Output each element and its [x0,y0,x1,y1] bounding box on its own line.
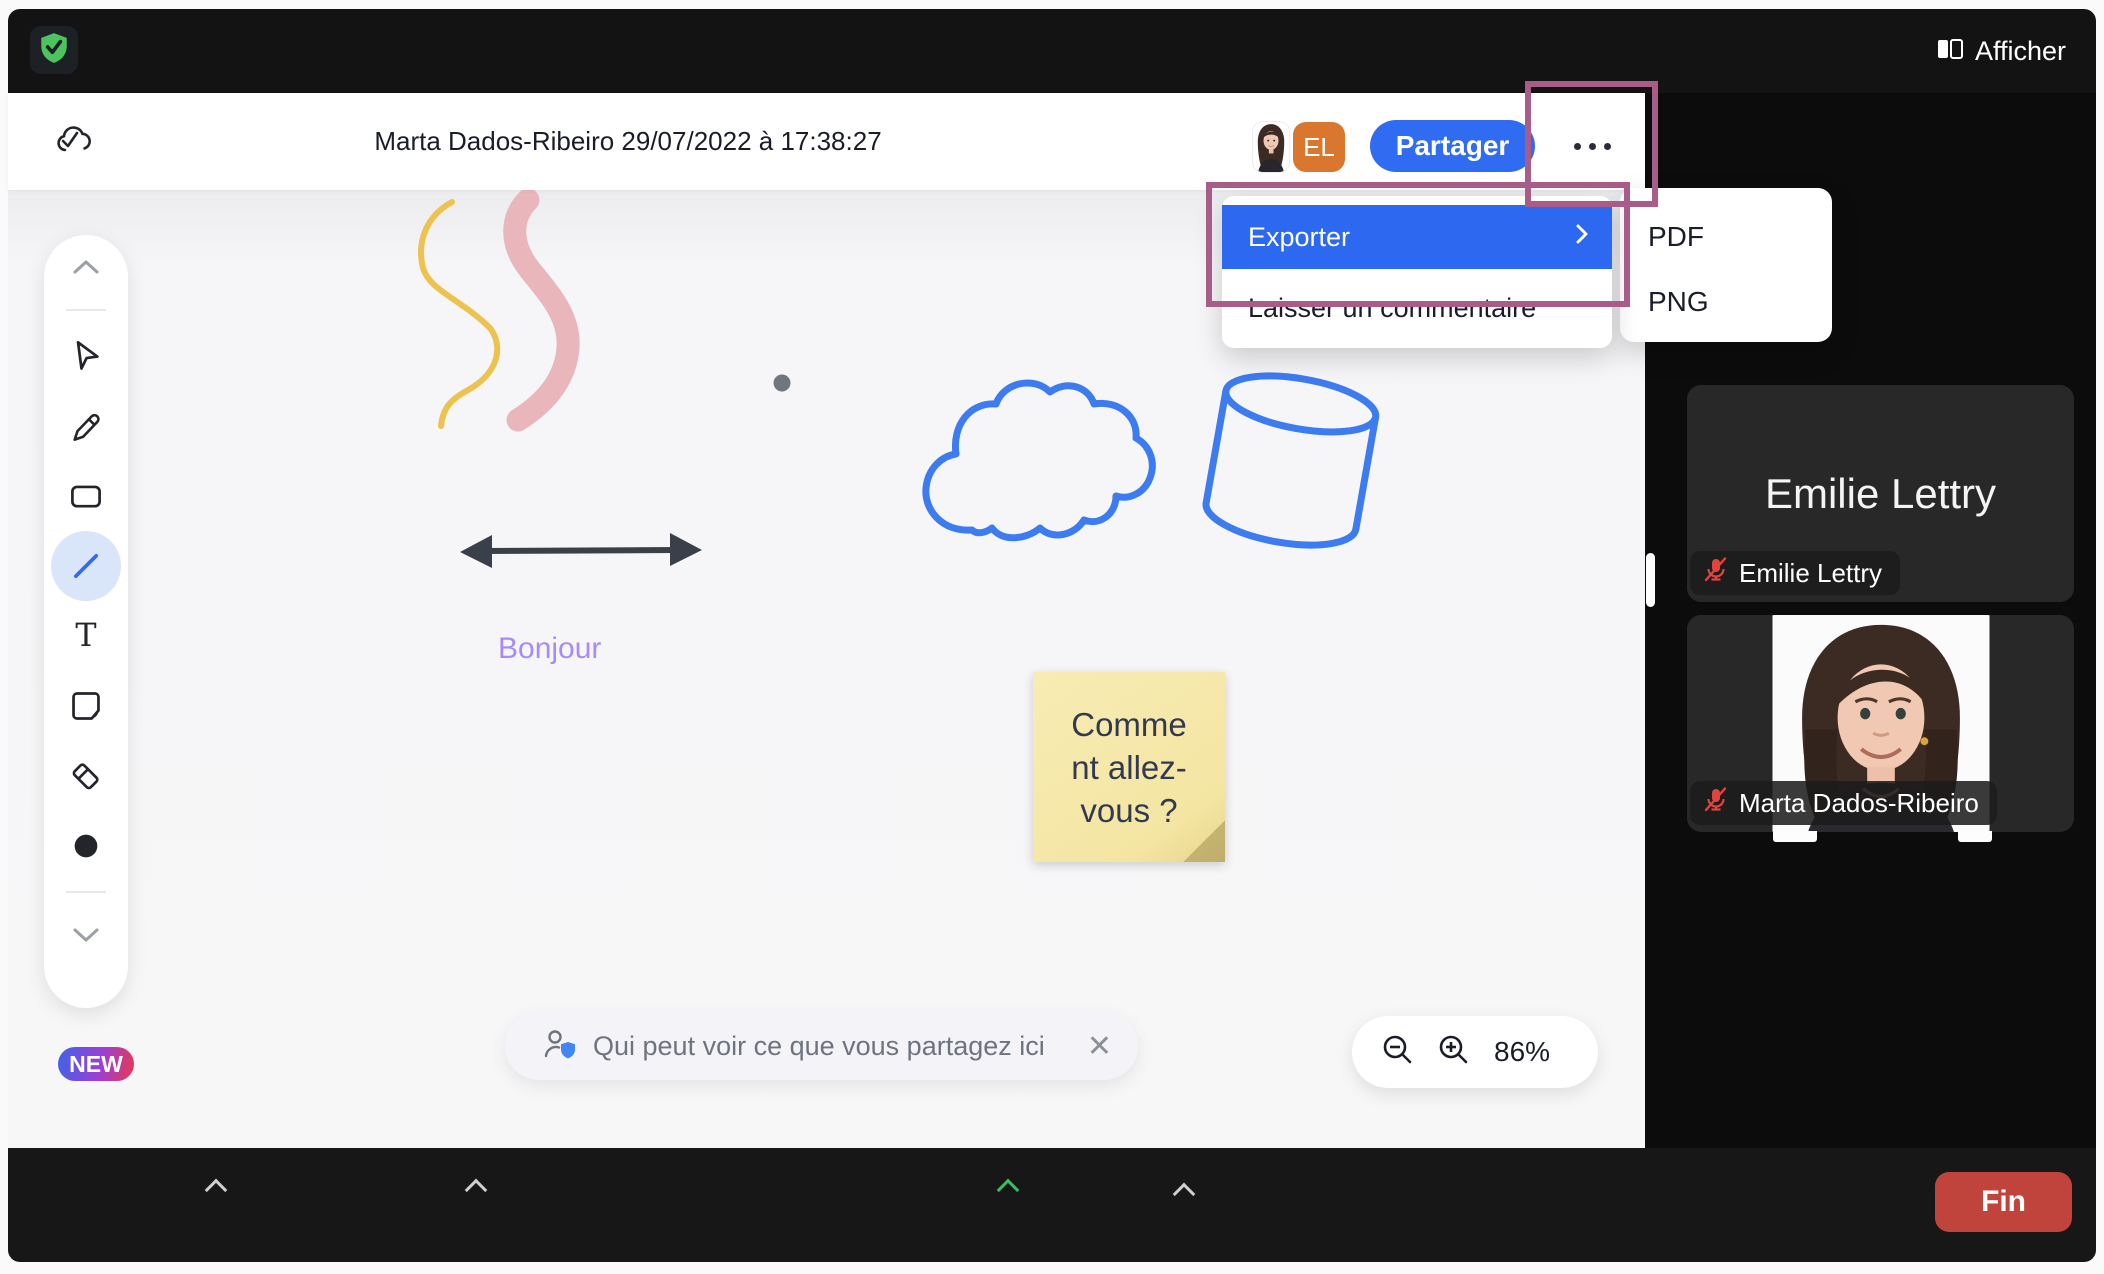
board-title: Marta Dados-Ribeiro 29/07/2022 à 17:38:2… [378,93,878,190]
view-layout-icon [1937,36,1963,67]
sticky-note-icon [74,694,99,719]
end-meeting-button[interactable]: Fin [1935,1172,2072,1232]
more-options-icon [1574,143,1581,150]
video-tile-emilie[interactable]: Emilie Lettry Emilie Lettry [1687,385,2074,602]
sticky-note[interactable]: Comme nt allez- vous ? [1033,672,1225,862]
participant-name-badge: Marta Dados-Ribeiro [1690,781,1997,825]
submenu-item-png[interactable]: PNG [1620,269,1832,335]
sticky-note-line: nt allez- [1071,746,1187,789]
participant-name: Emilie Lettry [1765,470,1996,518]
submenu-item-pdf[interactable]: PDF [1620,204,1832,270]
zoom-level-value: 86% [1494,1036,1550,1068]
sticky-note-line: vous ? [1080,789,1177,832]
tool-palette: T [44,235,128,1008]
palette-scroll-down-button[interactable] [44,903,128,967]
canvas-zoom-controls: 86% [1352,1016,1598,1088]
shield-check-icon [37,31,71,70]
tool-color[interactable] [44,811,128,881]
view-button-label: Afficher [1975,36,2066,67]
double-arrow-shape [460,533,702,568]
participant-avatar-photo[interactable] [1253,122,1289,172]
submenu-chevron-icon [1574,222,1590,253]
canvas-text-note[interactable]: Bonjour [498,632,601,666]
palette-divider [66,891,106,893]
tool-pen[interactable] [44,391,128,461]
participant-badge-name: Marta Dados-Ribeiro [1739,788,1979,819]
palette-scroll-up-button[interactable] [44,235,128,299]
text-tool-icon: T [75,619,96,653]
eraser-icon [73,764,99,790]
share-visibility-hint: Qui peut voir ce que vous partagez ici ✕ [505,1012,1138,1080]
mic-muted-icon [1702,556,1729,590]
more-options-button[interactable] [1556,120,1628,172]
chevron-up-icon [75,262,97,272]
menu-item-comment[interactable]: Laisser un commentaire [1222,280,1612,336]
cylinder-shape [1202,366,1380,555]
video-tile-marta[interactable]: Marta Dados-Ribeiro [1687,615,2074,832]
export-submenu: PDF PNG [1620,188,1832,342]
participant-badge-name: Emilie Lettry [1739,558,1882,589]
freehand-yellow-squiggle [421,202,497,426]
cloud-saved-icon [54,125,92,162]
close-hint-button[interactable]: ✕ [1087,1029,1112,1064]
participant-avatar-initials[interactable]: EL [1293,122,1345,172]
zoom-whiteboard-app: Afficher Marta Dados-Ribeiro 29/07/2022 … [0,0,2104,1274]
canvas-scrollbar[interactable] [1646,553,1655,607]
pencil-icon [75,415,99,439]
sticky-note-fold-corner [1183,820,1225,862]
palette-divider [66,309,106,311]
zoom-in-button[interactable] [1436,1032,1472,1073]
tool-text[interactable]: T [44,601,128,671]
participant-name-badge: Emilie Lettry [1690,551,1900,595]
whiteboard-header: Marta Dados-Ribeiro 29/07/2022 à 17:38:2… [8,93,1645,190]
new-feature-badge: NEW [58,1047,134,1081]
sticky-note-line: Comme [1071,703,1187,746]
mic-muted-icon [1702,786,1729,820]
person-shield-icon [543,1028,577,1065]
share-visibility-hint-text: Qui peut voir ce que vous partagez ici [593,1031,1045,1062]
tool-rectangle[interactable] [44,461,128,531]
freehand-pink-squiggle [515,200,568,420]
top-menu-bar: Afficher [8,9,2096,93]
share-button[interactable]: Partager [1370,120,1535,172]
photo-edge [1958,831,1992,842]
chevron-down-icon [75,930,97,940]
zoom-out-icon [1380,1032,1416,1068]
tool-eraser[interactable] [44,741,128,811]
tool-select[interactable] [44,321,128,391]
color-swatch-icon [75,835,98,858]
tool-sticky-note[interactable] [44,671,128,741]
zoom-in-icon [1436,1032,1472,1068]
gray-dot-shape [774,375,791,392]
meeting-control-bar [8,1148,2096,1262]
zoom-out-button[interactable] [1380,1032,1416,1073]
rectangle-icon [72,487,99,506]
line-icon [76,556,96,576]
cloud-shape [926,383,1152,538]
tool-line[interactable] [44,531,128,601]
photo-edge [1773,831,1817,842]
cursor-icon [78,342,97,368]
view-button[interactable]: Afficher [1937,33,2066,69]
more-options-menu: Exporter Laisser un commentaire [1222,196,1612,348]
menu-item-exporter[interactable]: Exporter [1222,205,1612,269]
meeting-security-shield [30,26,78,74]
